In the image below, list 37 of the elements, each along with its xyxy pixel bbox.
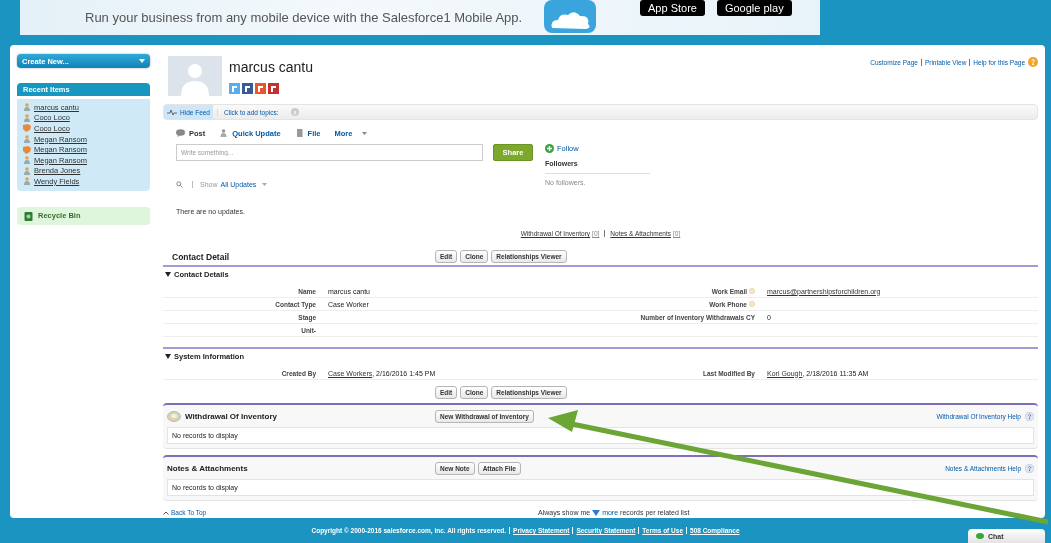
banner-text: Run your business from any mobile device with the Salesforce1 Mobile App. (85, 10, 524, 25)
help-dot-icon[interactable] (749, 301, 755, 307)
caret-icon (139, 59, 145, 63)
help-icon[interactable] (1028, 57, 1038, 67)
pulse-icon (167, 108, 177, 116)
help-dot-icon[interactable] (749, 288, 755, 294)
speech-bubble-icon (176, 129, 185, 137)
shield-icon (23, 145, 31, 154)
section-title: Contact Detail (171, 251, 231, 262)
help-icon[interactable] (1025, 463, 1034, 473)
bin-icon (24, 210, 33, 221)
caret-icon (262, 183, 268, 186)
store-badge[interactable]: Google play (716, 0, 792, 16)
chat-bubble-icon (976, 532, 984, 540)
plus-icon (545, 144, 554, 153)
caret-icon (362, 131, 368, 135)
triangle-icon (165, 272, 171, 277)
contact-name: marcus cantu (229, 59, 314, 75)
dropdown-triangle-icon[interactable] (592, 509, 601, 516)
search-icon[interactable] (176, 181, 183, 188)
related-list-title: Notes & Attachments (167, 463, 248, 473)
person-icon (219, 129, 229, 137)
help-icon[interactable] (1025, 411, 1034, 421)
disc-icon (167, 410, 181, 422)
info-icon (290, 108, 299, 116)
document-icon (294, 129, 304, 137)
store-badge[interactable]: App Store (640, 0, 705, 16)
caret-up-icon (163, 510, 169, 515)
person-icon (23, 135, 31, 144)
shield-icon (23, 124, 31, 133)
social-icon[interactable] (268, 83, 279, 94)
social-icon[interactable] (242, 83, 253, 94)
social-icon[interactable] (255, 83, 266, 94)
related-list-title: Withdrawal Of Inventory (185, 411, 277, 421)
avatar-placeholder (168, 56, 222, 96)
triangle-icon (165, 354, 171, 359)
person-icon (23, 177, 31, 186)
